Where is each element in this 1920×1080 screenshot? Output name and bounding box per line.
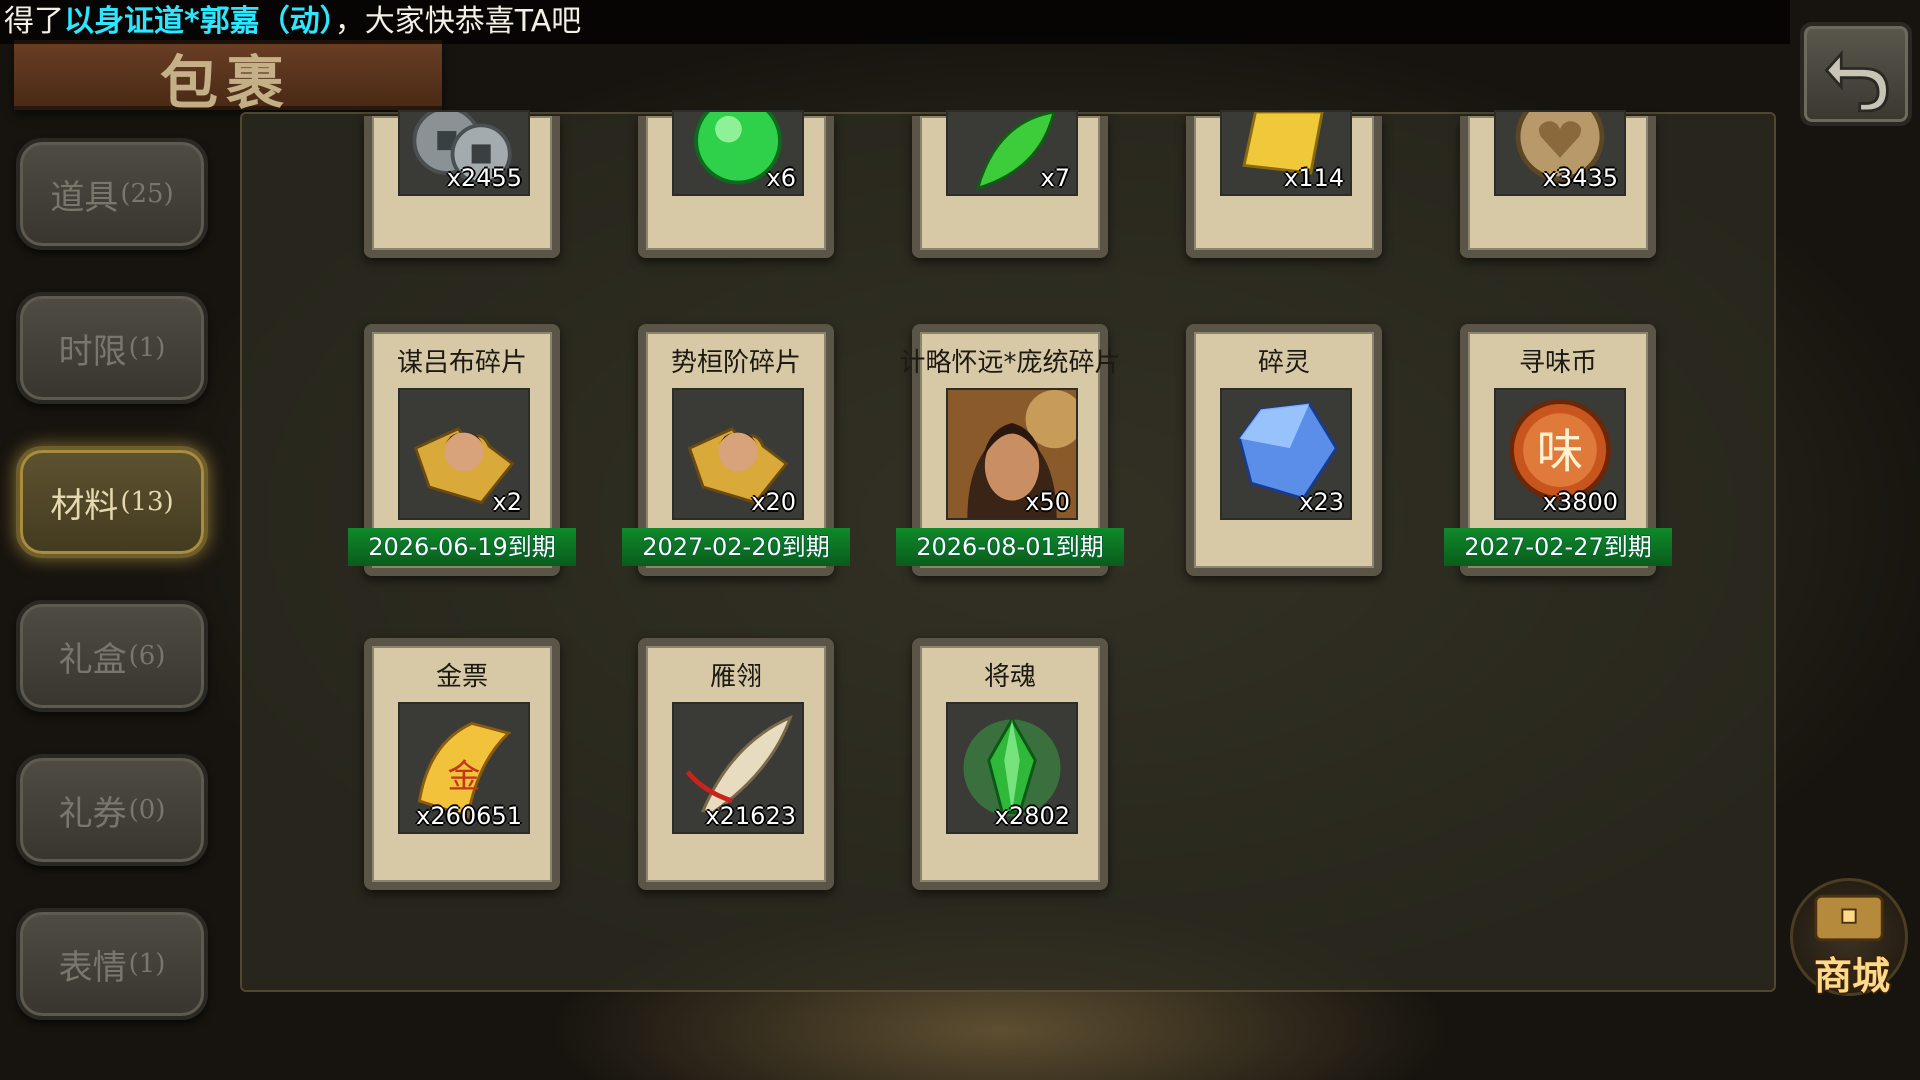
shop-button[interactable]: 商城 bbox=[1790, 878, 1908, 998]
item-expiry: 2027-02-27到期 bbox=[1444, 528, 1672, 566]
flavor-coin-icon: 味 x3800 bbox=[1494, 388, 1626, 520]
item-name: 谋吕布碎片 bbox=[396, 348, 527, 378]
item-card[interactable]: 计略怀远*庞统碎片 x50 2026-08-01到期 bbox=[896, 324, 1124, 576]
tab-time-limited[interactable]: 时限 (1) bbox=[16, 292, 208, 404]
item-quantity: x7 bbox=[1040, 164, 1070, 192]
item-name: 碎灵 bbox=[1257, 348, 1310, 378]
coins-icon: x2455 bbox=[398, 110, 530, 196]
item-name: 将魂 bbox=[983, 662, 1036, 692]
gold-scroll-glyph: 金 bbox=[448, 756, 481, 795]
feather-icon: x21623 bbox=[672, 702, 804, 834]
item-quantity: x6 bbox=[766, 164, 796, 192]
tab-gift-boxes[interactable]: 礼盒 (6) bbox=[16, 600, 208, 712]
tab-items-count: (25) bbox=[120, 179, 174, 209]
flavor-coin-glyph: 味 bbox=[1537, 425, 1584, 479]
item-name: 势桓阶碎片 bbox=[670, 348, 801, 378]
item-name: 寻味币 bbox=[1518, 348, 1597, 378]
item-quantity: x50 bbox=[1025, 488, 1070, 516]
item-name: 雁翎 bbox=[709, 662, 762, 692]
hero-puzzle-icon: x20 bbox=[672, 388, 804, 520]
announcement-marquee: 得了以身证道*郭嘉（动），大家快恭喜TA吧 bbox=[0, 0, 1790, 44]
tab-gift-boxes-label: 礼盒 bbox=[58, 639, 127, 680]
back-button[interactable] bbox=[1800, 22, 1912, 126]
item-card[interactable]: x114 bbox=[1186, 110, 1382, 258]
tab-emotes-label: 表情 bbox=[58, 947, 127, 988]
item-card[interactable]: 将魂 x2802 bbox=[912, 638, 1108, 890]
green-leaf-icon: x7 bbox=[946, 110, 1078, 196]
item-expiry: 2027-02-20到期 bbox=[622, 528, 850, 566]
hero-puzzle-icon: x2 bbox=[398, 388, 530, 520]
item-quantity: x21623 bbox=[705, 802, 796, 830]
green-soul-crystal-icon: x2802 bbox=[946, 702, 1078, 834]
heart-coin-icon: x3435 bbox=[1494, 110, 1626, 196]
green-orb-icon: x6 bbox=[672, 110, 804, 196]
hero-portrait-icon: x50 bbox=[946, 388, 1078, 520]
item-quantity: x3800 bbox=[1542, 488, 1618, 516]
tab-emotes-count: (1) bbox=[128, 949, 166, 979]
gold-ticket-icon: x114 bbox=[1220, 110, 1352, 196]
gold-scroll-icon: 金 x260651 bbox=[398, 702, 530, 834]
item-name: 金票 bbox=[435, 662, 488, 692]
tab-time-limited-count: (1) bbox=[128, 333, 166, 363]
page-title: 包裹 bbox=[160, 49, 293, 117]
item-quantity: x23 bbox=[1299, 488, 1344, 516]
item-card[interactable]: x7 bbox=[912, 110, 1108, 258]
item-card[interactable]: x2455 bbox=[364, 110, 560, 258]
tab-materials-label: 材料 bbox=[50, 485, 119, 526]
tab-gift-boxes-count: (6) bbox=[128, 641, 166, 671]
back-arrow-icon bbox=[1824, 50, 1889, 113]
item-quantity: x3435 bbox=[1542, 164, 1618, 192]
item-card[interactable]: 势桓阶碎片 x20 2027-02-20到期 bbox=[622, 324, 850, 576]
item-expiry: 2026-08-01到期 bbox=[896, 528, 1124, 566]
announcement-highlight: 以身证道*郭嘉（动） bbox=[64, 4, 335, 39]
tab-emotes[interactable]: 表情 (1) bbox=[16, 908, 208, 1020]
tab-coupons-label: 礼券 bbox=[58, 793, 127, 834]
tab-coupons[interactable]: 礼券 (0) bbox=[16, 754, 208, 866]
item-quantity: x2 bbox=[492, 488, 522, 516]
item-card[interactable]: 谋吕布碎片 x2 2026-06-19到期 bbox=[348, 324, 576, 576]
tab-materials-count: (13) bbox=[120, 487, 174, 517]
item-quantity: x2802 bbox=[994, 802, 1070, 830]
item-quantity: x2455 bbox=[446, 164, 522, 192]
item-quantity: x260651 bbox=[416, 802, 522, 830]
item-name: 计略怀远*庞统碎片 bbox=[899, 348, 1121, 378]
tab-time-limited-label: 时限 bbox=[58, 331, 127, 372]
tab-items-label: 道具 bbox=[50, 177, 119, 218]
item-card[interactable]: 寻味币 味 x3800 2027-02-27到期 bbox=[1444, 324, 1672, 576]
shop-label: 商城 bbox=[1813, 953, 1890, 998]
tab-coupons-count: (0) bbox=[128, 795, 166, 825]
item-card[interactable]: 碎灵 x23 bbox=[1186, 324, 1382, 576]
tab-materials[interactable]: 材料 (13) bbox=[16, 446, 208, 558]
blue-crystal-icon: x23 bbox=[1220, 388, 1352, 520]
item-expiry: 2026-06-19到期 bbox=[348, 528, 576, 566]
tab-items[interactable]: 道具 (25) bbox=[16, 138, 208, 250]
item-card[interactable]: x3435 bbox=[1460, 110, 1656, 258]
item-card[interactable]: x6 bbox=[638, 110, 834, 258]
item-card[interactable]: 金票 金 x260651 bbox=[364, 638, 560, 890]
item-quantity: x20 bbox=[751, 488, 796, 516]
announcement-prefix: 得了 bbox=[4, 4, 64, 39]
item-card[interactable]: 雁翎 x21623 bbox=[638, 638, 834, 890]
item-quantity: x114 bbox=[1283, 164, 1344, 192]
announcement-suffix: ，大家快恭喜TA吧 bbox=[334, 4, 582, 39]
